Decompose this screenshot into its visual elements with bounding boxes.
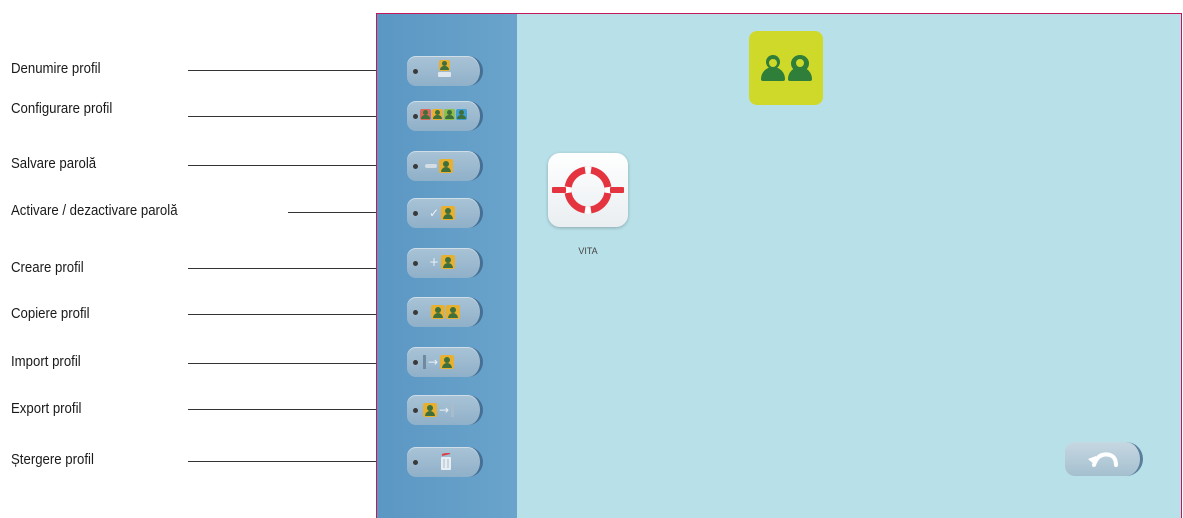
annotation-label: Configurare profil: [11, 100, 113, 117]
button-dot: [413, 261, 418, 266]
annotation-label: Denumire profil: [11, 60, 101, 77]
annotation-label: Activare / dezactivare parolă: [11, 202, 178, 219]
profile-config-button[interactable]: [407, 101, 483, 131]
profile-name-icon: [438, 60, 451, 77]
button-dot: [413, 114, 418, 119]
import-profile-button[interactable]: →: [407, 347, 483, 377]
vita-app-button[interactable]: [548, 153, 628, 227]
button-dot: [413, 310, 418, 315]
copy-profile-button[interactable]: [407, 297, 483, 327]
leader-line: [188, 409, 406, 410]
profile-name-button[interactable]: [407, 56, 483, 86]
main-area: VITA: [517, 14, 1181, 518]
leader-line: [188, 314, 406, 315]
trash-icon: [439, 453, 453, 471]
button-dot: [413, 460, 418, 465]
back-button[interactable]: [1065, 442, 1143, 476]
user-male-figure: [760, 55, 785, 81]
add-profile-icon: +: [429, 255, 456, 269]
leader-line: [188, 268, 406, 269]
vita-app-label: VITA: [578, 246, 598, 256]
users-icon: [749, 31, 823, 105]
leader-line: [188, 116, 406, 117]
profile-config-icon: [420, 109, 467, 120]
lock-profile-icon: ✓: [429, 206, 456, 220]
button-dot: [413, 69, 418, 74]
toggle-password-button[interactable]: ✓: [407, 198, 483, 228]
export-profile-icon: →: [423, 403, 455, 417]
profile-sidebar: ✓ + → →: [377, 14, 517, 518]
copy-profile-icon: [431, 305, 460, 319]
key-profile-icon: [425, 159, 453, 173]
leader-line: [188, 461, 406, 462]
button-dot: [413, 360, 418, 365]
import-profile-icon: →: [423, 355, 455, 369]
export-profile-button[interactable]: →: [407, 395, 483, 425]
button-dot: [413, 408, 418, 413]
leader-line: [188, 70, 406, 71]
annotation-label: Creare profil: [11, 259, 84, 276]
annotation-label: Import profil: [11, 353, 81, 370]
back-arrow-icon: [1087, 452, 1118, 467]
leader-line: [188, 165, 406, 166]
annotation-label: Salvare parolă: [11, 155, 97, 172]
user-female-figure: [787, 55, 812, 81]
lifebuoy-icon: [552, 166, 624, 214]
delete-profile-button[interactable]: [407, 447, 483, 477]
save-password-button[interactable]: [407, 151, 483, 181]
annotation-label: Export profil: [11, 400, 82, 417]
annotation-label: Copiere profil: [11, 305, 90, 322]
create-profile-button[interactable]: +: [407, 248, 483, 278]
device-screen: ✓ + → → VITA: [376, 13, 1182, 518]
annotation-label: Ștergere profil: [11, 451, 94, 468]
button-dot: [413, 211, 418, 216]
leader-line: [188, 363, 406, 364]
button-dot: [413, 164, 418, 169]
